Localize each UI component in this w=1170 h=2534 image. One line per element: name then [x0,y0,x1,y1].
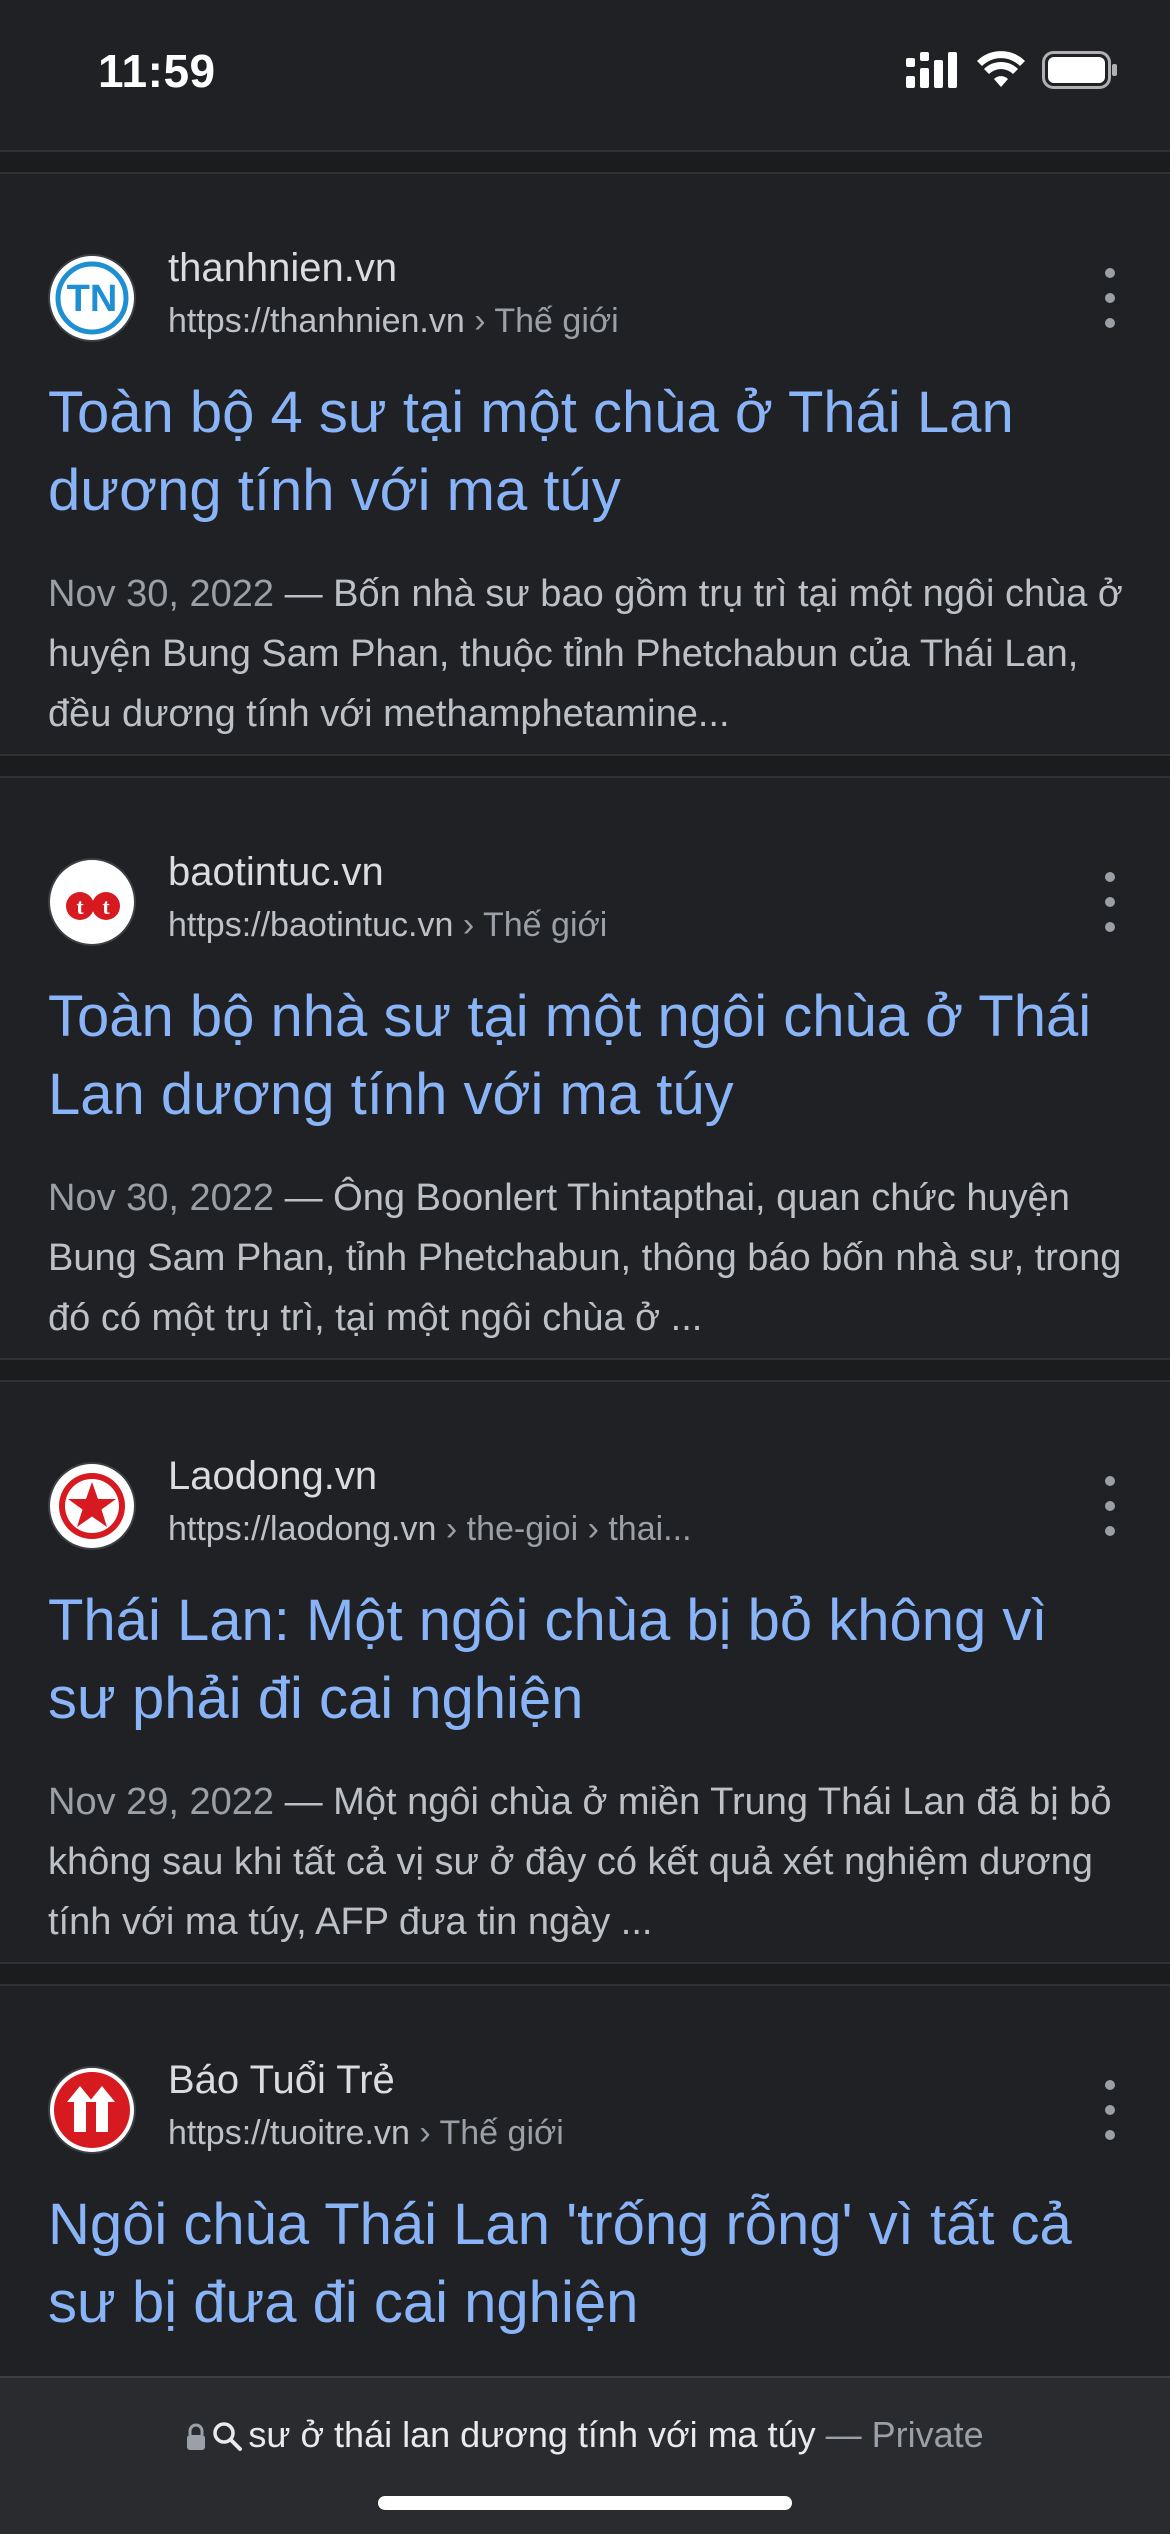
url-text: https://laodong.vn [168,1510,437,1548]
tuoitre-logo-icon [48,2066,136,2154]
search-icon [212,2418,243,2460]
result-title-link[interactable]: Thái Lan: Một ngôi chùa bị bỏ không vì s… [48,1582,1128,1738]
result-date: Nov 30, 2022 [48,1177,275,1219]
site-url[interactable]: https://tuoitre.vn › Thế giới [168,2114,564,2153]
result-snippet: Nov 30, 2022 — Ông Boonlert Thintapthai,… [48,1168,1128,1348]
status-icons [906,50,1118,94]
site-name[interactable]: Báo Tuổi Trẻ [168,2058,395,2103]
result-date: Nov 29, 2022 [48,1781,275,1823]
result-snippet: Nov 30, 2022 — Bốn nhà sư bao gồm trụ tr… [48,564,1128,744]
search-result[interactable]: Báo Tuổi Trẻ https://tuoitre.vn › Thế gi… [0,1984,1170,2378]
wifi-icon [976,50,1026,94]
url-breadcrumb: › Thế giới [409,2114,564,2152]
search-result[interactable]: t t baotintuc.vn https://baotintuc.vn › … [0,776,1170,1360]
laodong-star-icon [48,1462,136,1550]
more-options-icon[interactable] [1098,2080,1122,2140]
lock-icon [186,2418,206,2460]
result-title-link[interactable]: Toàn bộ nhà sư tại một ngôi chùa ở Thái … [48,978,1128,1134]
search-query-text: sư ở thái lan dương tính với ma túy [248,2414,816,2455]
result-separator [0,1360,1170,1380]
result-title-link[interactable]: Toàn bộ 4 sư tại một chùa ở Thái Lan dươ… [48,374,1128,530]
status-bar: 11:59 [0,0,1170,152]
search-result[interactable]: Laodong.vn https://laodong.vn › the-gioi… [0,1380,1170,1964]
home-indicator[interactable] [378,2496,792,2510]
address-field[interactable]: sư ở thái lan dương tính với ma túy — Pr… [0,2414,1170,2460]
bottom-address-bar[interactable]: sư ở thái lan dương tính với ma túy — Pr… [0,2376,1170,2534]
baotintuc-logo-icon: t t [48,858,136,946]
url-breadcrumb: › the-gioi › thai... [436,1510,692,1548]
battery-icon [1042,50,1118,94]
url-breadcrumb: › Thế giới [453,906,608,944]
site-name[interactable]: baotintuc.vn [168,850,384,895]
more-options-icon[interactable] [1098,872,1122,932]
url-text: https://tuoitre.vn [168,2114,410,2152]
url-text: https://baotintuc.vn [168,906,454,944]
result-date: Nov 30, 2022 [48,573,275,615]
site-name[interactable]: Laodong.vn [168,1454,377,1499]
svg-text:TN: TN [67,278,118,320]
svg-text:t: t [102,894,110,919]
search-result[interactable]: TN thanhnien.vn https://thanhnien.vn › T… [0,172,1170,756]
site-url[interactable]: https://thanhnien.vn › Thế giới [168,302,619,341]
result-separator [0,152,1170,172]
svg-text:t: t [76,894,84,919]
thanhnien-logo-icon: TN [48,254,136,342]
url-breadcrumb: › Thế giới [464,302,619,340]
result-separator [0,756,1170,776]
site-name[interactable]: thanhnien.vn [168,246,397,291]
more-options-icon[interactable] [1098,268,1122,328]
result-separator [0,1964,1170,1984]
result-title-link[interactable]: Ngôi chùa Thái Lan 'trống rỗng' vì tất c… [48,2186,1128,2342]
status-time: 11:59 [98,45,216,97]
url-text: https://thanhnien.vn [168,302,465,340]
site-url[interactable]: https://baotintuc.vn › Thế giới [168,906,607,945]
site-url[interactable]: https://laodong.vn › the-gioi › thai... [168,1510,692,1549]
private-label: — Private [815,2414,984,2455]
more-options-icon[interactable] [1098,1476,1122,1536]
result-snippet: Nov 29, 2022 — Một ngôi chùa ở miền Trun… [48,1772,1128,1952]
cellular-signal-icon [906,51,960,93]
